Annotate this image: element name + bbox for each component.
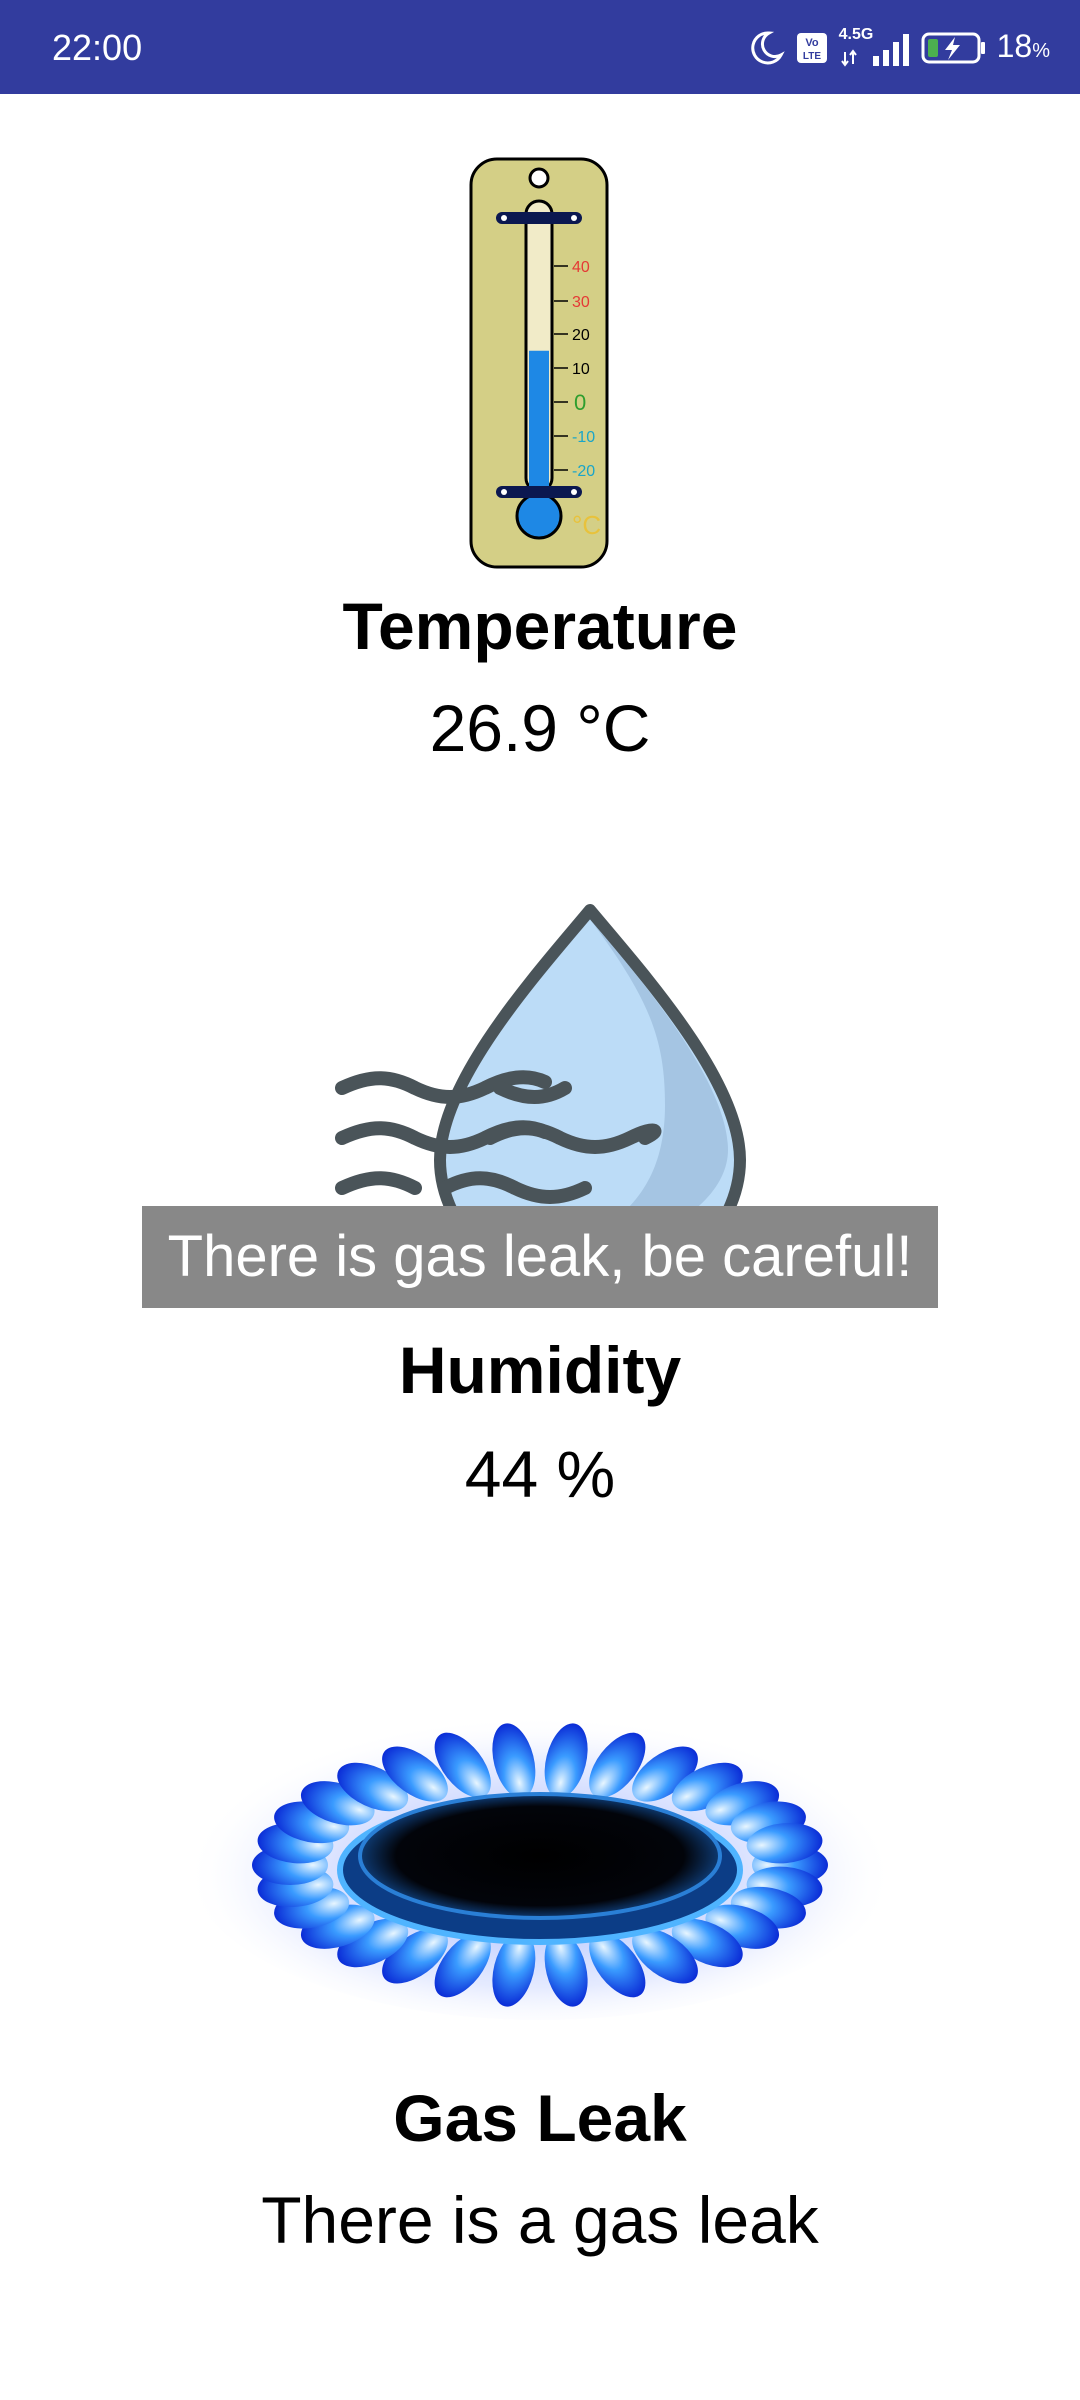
battery-charging-icon bbox=[921, 32, 985, 64]
battery-percentage-value: 18 bbox=[996, 27, 1033, 64]
signal-icon bbox=[840, 34, 909, 67]
battery-percentage-unit: % bbox=[1032, 39, 1050, 62]
scale-label-minus-20: -20 bbox=[572, 463, 595, 480]
scale-label-20: 20 bbox=[572, 327, 590, 344]
temperature-title: Temperature bbox=[342, 589, 738, 663]
volte-label-top: Vo bbox=[805, 37, 819, 49]
network-signal: 4.5G bbox=[839, 26, 911, 68]
scale-label-40: 40 bbox=[572, 259, 590, 276]
volte-label-bottom: LTE bbox=[803, 51, 821, 62]
status-icons: Vo LTE 4.5G 18% bbox=[747, 26, 1050, 70]
status-time: 22:00 bbox=[52, 27, 143, 68]
scale-unit-label: °C bbox=[572, 510, 601, 540]
humidity-title: Humidity bbox=[398, 1333, 682, 1407]
gas-burner-icon bbox=[185, 1700, 895, 2020]
gas-leak-title: Gas Leak bbox=[393, 2081, 687, 2155]
scale-label-minus-10: -10 bbox=[572, 429, 595, 446]
scale-label-30: 30 bbox=[572, 294, 590, 311]
moon-icon bbox=[750, 31, 785, 65]
gas-leak-value: There is a gas leak bbox=[261, 2183, 819, 2257]
thermometer-icon: 40 30 20 10 0 -10 -20 °C bbox=[469, 157, 609, 569]
gas-leak-toast: There is gas leak, be careful! bbox=[142, 1206, 938, 1308]
humidity-value: 44 % bbox=[464, 1437, 616, 1511]
battery-percentage: 18% bbox=[997, 26, 1050, 71]
mercury-column bbox=[529, 350, 549, 491]
temperature-value: 26.9 °C bbox=[429, 691, 651, 765]
scale-label-0: 0 bbox=[574, 390, 586, 415]
volte-icon: Vo LTE bbox=[796, 33, 827, 63]
status-bar: 22:00 Vo LTE 4.5G 18% bbox=[0, 0, 1080, 94]
scale-label-10: 10 bbox=[572, 361, 590, 378]
